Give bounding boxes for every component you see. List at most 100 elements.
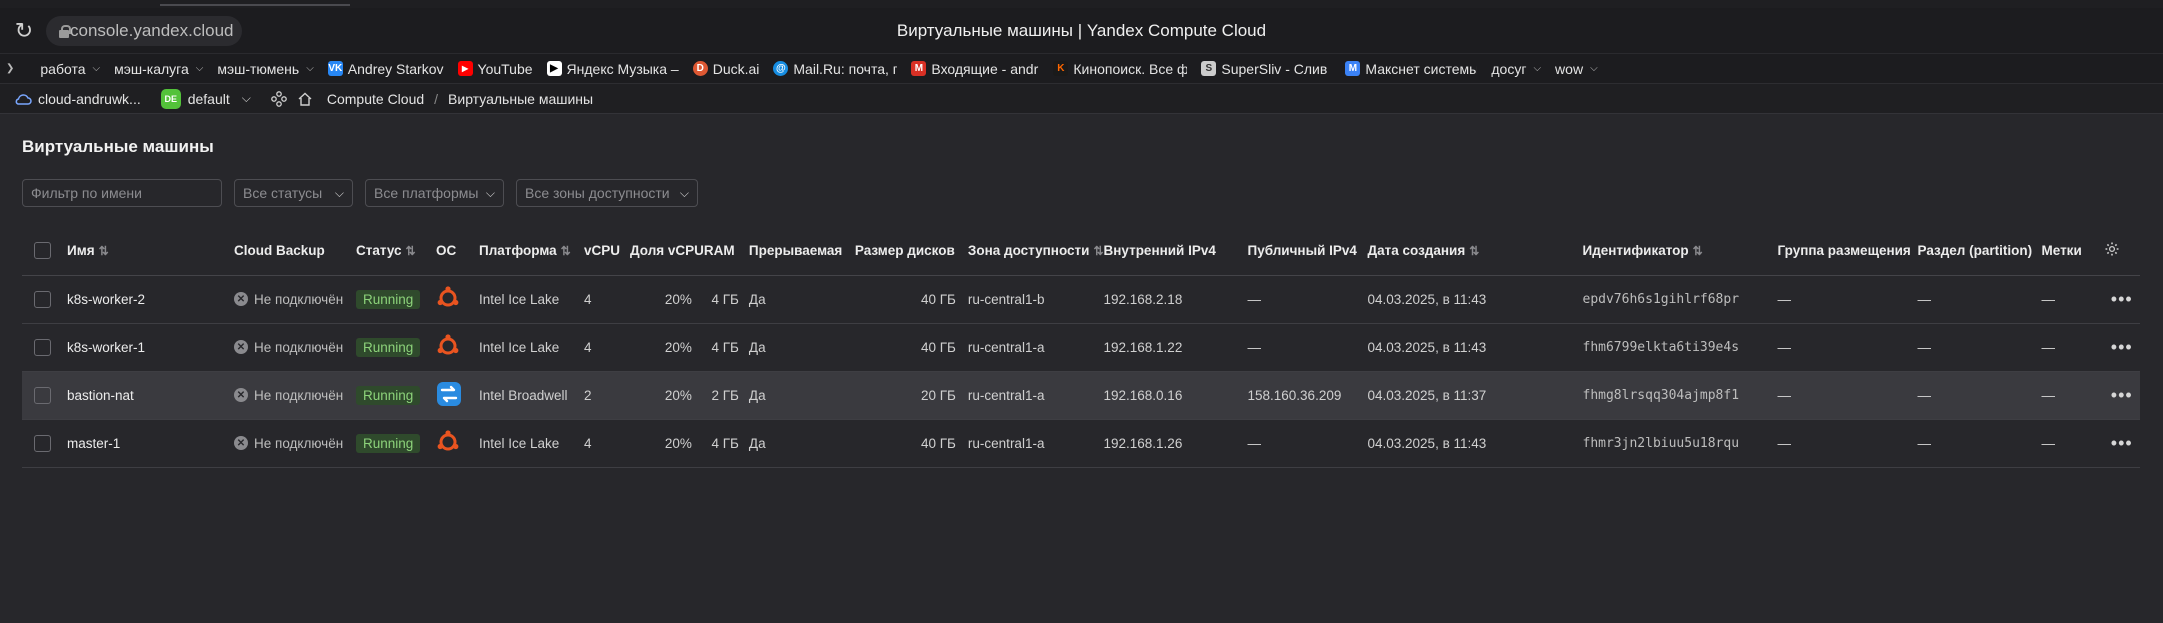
table-row[interactable]: master-1 ✕ Не подключён Running Intel Ice La… xyxy=(22,419,2140,468)
backup-cell: ✕ Не подключён xyxy=(234,371,356,420)
labels-cell: — xyxy=(2041,323,2104,372)
column-header-name[interactable]: Имя ⇅ xyxy=(67,227,234,276)
sort-icon[interactable]: ⇅ xyxy=(406,244,416,258)
row-checkbox[interactable] xyxy=(34,434,51,452)
bookmark-maksnet[interactable]: M Макснет системы xyxy=(1345,61,1477,77)
table-row[interactable]: bastion-nat ✕ Не подключён Running Intel Bro… xyxy=(22,371,2140,420)
bookmark-folder-wow[interactable]: wow ⌵ xyxy=(1555,61,1598,77)
chevron-down-icon: ⌵ xyxy=(334,185,344,200)
row-actions-menu[interactable]: ••• xyxy=(2103,419,2140,468)
folder-selector[interactable]: default xyxy=(188,91,230,107)
sort-icon[interactable]: ⇅ xyxy=(561,244,571,258)
browser-tab-strip xyxy=(0,0,2163,8)
row-actions-menu[interactable]: ••• xyxy=(2103,323,2140,372)
bookmark-gmail[interactable]: M Входящие - andru xyxy=(911,61,1039,77)
main-content: Виртуальные машины Фильтр по имени Все с… xyxy=(0,137,2163,468)
chevron-down-icon: ⌵ xyxy=(679,185,689,200)
column-header-vcpu: vCPU xyxy=(584,227,630,276)
close-circle-icon: ✕ xyxy=(234,388,248,402)
cloud-selector[interactable]: cloud-andruwk... xyxy=(38,91,141,107)
status-filter-select[interactable]: Все статусы ⌵ xyxy=(234,179,353,207)
services-icon[interactable] xyxy=(271,90,287,107)
bookmark-folder-mesh-kaluga[interactable]: мэш-калуга ⌵ xyxy=(114,61,203,77)
row-checkbox[interactable] xyxy=(34,290,51,308)
vm-name-link[interactable]: k8s-worker-1 xyxy=(67,323,234,372)
reload-icon[interactable]: ↻ xyxy=(10,17,38,45)
created-cell: 04.03.2025, в 11:37 xyxy=(1367,371,1583,420)
url-field[interactable]: console.yandex.cloud xyxy=(46,15,242,46)
platform-filter-select[interactable]: Все платформы ⌵ xyxy=(365,179,504,207)
table-row[interactable]: k8s-worker-2 ✕ Не подключён Running Intel Ic… xyxy=(22,275,2140,324)
ram-cell: 2 ГБ xyxy=(703,371,749,420)
internal-ip-cell: 192.168.2.18 xyxy=(1103,275,1248,324)
row-checkbox[interactable] xyxy=(34,386,51,404)
column-header-platform[interactable]: Платформа ⇅ xyxy=(479,227,584,276)
vm-name-link[interactable]: bastion-nat xyxy=(67,371,234,420)
chevron-down-icon[interactable]: ⌵ xyxy=(242,91,251,106)
id-cell: epdv76h6s1gihlrf68pr xyxy=(1582,275,1778,324)
os-cell xyxy=(436,275,479,324)
chevron-down-icon: ⌵ xyxy=(195,63,204,74)
gear-icon[interactable] xyxy=(2104,241,2120,257)
sort-icon[interactable]: ⇅ xyxy=(1093,244,1103,258)
partition-cell: — xyxy=(1917,323,2042,372)
vk-icon: VK xyxy=(327,61,343,76)
row-actions-menu[interactable]: ••• xyxy=(2103,275,2140,324)
share-cell: 20% xyxy=(630,275,704,324)
ubuntu-icon xyxy=(437,333,459,354)
chevron-down-icon: ⌵ xyxy=(485,185,495,200)
name-filter-input[interactable]: Фильтр по имени xyxy=(22,179,222,207)
bookmark-mailru[interactable]: @Mail.Ru: почта, пои xyxy=(773,61,897,77)
filters-bar: Фильтр по имени Все статусы ⌵ Все платфор… xyxy=(22,179,2163,207)
row-actions-menu[interactable]: ••• xyxy=(2103,371,2140,420)
row-checkbox[interactable] xyxy=(34,338,51,356)
column-header-id[interactable]: Идентификатор ⇅ xyxy=(1582,227,1778,276)
placement-cell: — xyxy=(1777,275,1918,324)
sort-icon[interactable]: ⇅ xyxy=(1469,244,1479,258)
bookmark-vk[interactable]: VK Andrey Starkov xyxy=(327,61,444,77)
bookmark-folder-mesh-tyumen[interactable]: мэш-тюмень ⌵ xyxy=(217,61,313,77)
bookmark-kinopoisk[interactable]: K Кинопоиск. Все ф xyxy=(1053,61,1187,77)
id-cell: fhmr3jn2lbiuu5u18rqu xyxy=(1582,419,1778,468)
maksnet-icon: M xyxy=(1345,61,1361,76)
bookmark-folder-rabota[interactable]: работа ⌵ xyxy=(40,61,100,77)
ram-cell: 4 ГБ xyxy=(703,323,749,372)
home-icon[interactable] xyxy=(297,91,313,107)
yandex-music-icon: ▶ xyxy=(546,61,562,76)
column-header-status[interactable]: Статус ⇅ xyxy=(356,227,436,276)
column-header-zone[interactable]: Зона доступности ⇅ xyxy=(967,227,1104,276)
platform-cell: Intel Broadwell xyxy=(479,371,584,420)
select-all-checkbox[interactable] xyxy=(34,242,51,260)
public-ip-cell: 158.160.36.209 xyxy=(1247,371,1368,420)
sort-icon[interactable]: ⇅ xyxy=(99,244,109,258)
column-header-created[interactable]: Дата создания ⇅ xyxy=(1367,227,1583,276)
labels-cell: — xyxy=(2041,275,2104,324)
bookmark-duck-ai[interactable]: D Duck.ai xyxy=(692,61,759,77)
column-header-public-ip: Публичный IPv4 xyxy=(1247,227,1368,276)
share-cell: 20% xyxy=(630,323,704,372)
bookmark-folder-dosug[interactable]: досуг ⌵ xyxy=(1491,61,1541,77)
vm-name-link[interactable]: k8s-worker-2 xyxy=(67,275,234,324)
os-cell xyxy=(436,371,479,420)
breadcrumb-service[interactable]: Compute Cloud xyxy=(327,91,424,107)
zone-cell: ru-central1-a xyxy=(967,323,1104,372)
status-cell: Running xyxy=(356,275,436,324)
sort-icon[interactable]: ⇅ xyxy=(1693,244,1703,258)
chevron-down-icon: ⌵ xyxy=(92,63,101,74)
id-cell: fhm6799elkta6ti39e4s xyxy=(1582,323,1778,372)
bookmark-youtube[interactable]: ▶ YouTube xyxy=(457,61,533,77)
bookmark-yandex-music[interactable]: ▶ Яндекс Музыка – xyxy=(546,61,679,77)
bookmark-supersliv[interactable]: S SuperSliv - Слив I xyxy=(1201,61,1331,77)
backup-cell: ✕ Не подключён xyxy=(234,275,356,324)
bookmark-folder-hidden[interactable]: ❯ xyxy=(6,63,26,74)
zone-filter-select[interactable]: Все зоны доступности ⌵ xyxy=(516,179,698,207)
backup-cell: ✕ Не подключён xyxy=(234,323,356,372)
browser-tab-hint[interactable] xyxy=(160,0,350,6)
vm-name-link[interactable]: master-1 xyxy=(67,419,234,468)
ram-cell: 4 ГБ xyxy=(703,419,749,468)
vcpu-cell: 4 xyxy=(584,323,630,372)
public-ip-cell: — xyxy=(1247,275,1368,324)
table-row[interactable]: k8s-worker-1 ✕ Не подключён Running Intel Ic… xyxy=(22,323,2140,372)
column-header-share: Доля vCPU xyxy=(630,227,704,276)
partition-cell: — xyxy=(1917,275,2042,324)
